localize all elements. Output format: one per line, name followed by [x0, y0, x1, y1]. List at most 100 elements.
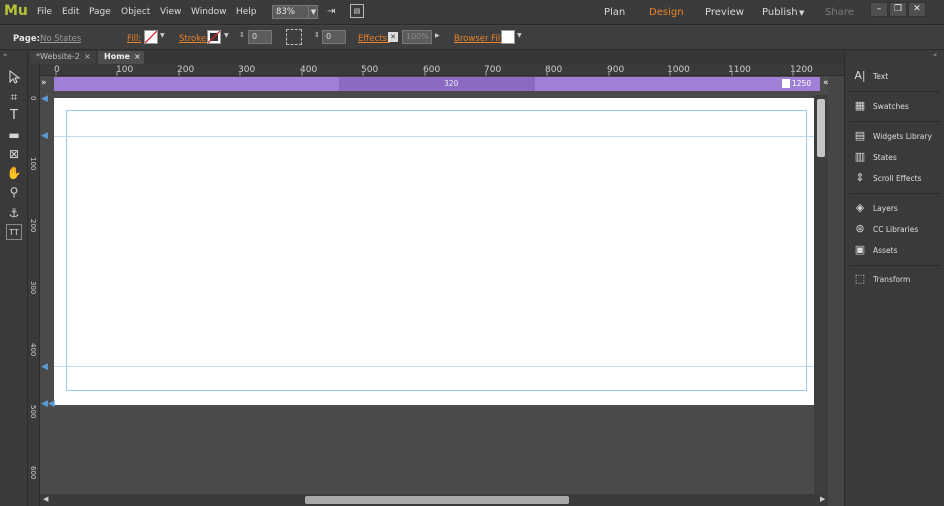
breakpoint-end-value: 1250 — [792, 79, 812, 88]
tools-panel: » ⌗ T ▬ ⊠ ✋ ⚲ ⚓ TT — [0, 50, 28, 506]
menu-bar: Mu File Edit Page Object View Window Hel… — [0, 0, 944, 25]
mode-design[interactable]: Design — [649, 7, 684, 18]
hand-tool-icon[interactable]: ✋ — [6, 165, 22, 181]
page-canvas[interactable] — [54, 98, 820, 405]
mode-publish[interactable]: Publish — [762, 7, 798, 18]
breakpoint-right-arrow-icon[interactable]: « — [823, 78, 829, 88]
ruler-tick-label: 300 — [29, 281, 37, 295]
top-guide-handle-icon[interactable]: ◀ — [41, 94, 48, 104]
ruler-tick-label: 100 — [29, 157, 37, 171]
vertical-scroll-thumb[interactable] — [817, 99, 825, 157]
menu-help[interactable]: Help — [236, 7, 257, 17]
breakpoint-bar[interactable]: 320 1250 — [54, 77, 820, 91]
selection-tool-icon[interactable] — [6, 69, 22, 86]
horizontal-scrollbar[interactable]: ◀ ▶ — [40, 494, 828, 506]
page-bottom-handle-icon[interactable]: ◀◀ — [41, 399, 55, 409]
text-frame-tool-icon[interactable]: TT — [6, 224, 22, 240]
tab-home[interactable]: Home × — [98, 51, 144, 64]
corner-radius-stepper-icon[interactable]: ⇕ — [314, 31, 320, 39]
image-frame-tool-icon[interactable]: ⊠ — [6, 146, 22, 162]
menu-object[interactable]: Object — [121, 7, 150, 17]
anchor-tool-icon[interactable]: ⚓ — [6, 205, 22, 221]
panel-divider — [849, 91, 941, 92]
stroke-width-stepper-icon[interactable]: ⇕ — [239, 31, 245, 39]
effects-icon[interactable]: ✕ — [388, 32, 398, 42]
mode-share: Share — [825, 7, 854, 18]
footer-guide-handle-icon[interactable]: ◀ — [41, 362, 48, 372]
minimize-button[interactable]: – — [870, 2, 888, 17]
stroke-dropdown-icon[interactable]: ▼ — [224, 32, 229, 39]
app-logo: Mu — [4, 3, 28, 19]
panel-label: Swatches — [873, 102, 909, 111]
assets-icon: ▣ — [854, 243, 866, 256]
opacity-field[interactable]: 100% — [402, 30, 432, 44]
vertical-ruler[interactable]: 0 100 200 300 400 500 600 — [28, 64, 40, 506]
fill-dropdown-icon[interactable]: ▼ — [160, 32, 165, 39]
panel-divider — [849, 265, 941, 266]
ruler-tick-label: 200 — [29, 219, 37, 233]
panel-divider — [849, 121, 941, 122]
horizontal-scroll-thumb[interactable] — [305, 496, 569, 504]
horizontal-ruler[interactable]: 0 100 200 300 400 500 600 700 800 900 10… — [40, 64, 844, 76]
menu-page[interactable]: Page — [89, 7, 111, 17]
header-guide[interactable] — [54, 136, 820, 137]
effects-label[interactable]: Effects: — [358, 34, 390, 44]
tab-label: Home — [104, 52, 130, 61]
stroke-width-field[interactable]: 0 — [248, 30, 272, 44]
menu-edit[interactable]: Edit — [62, 7, 79, 17]
breakpoint-range[interactable] — [339, 77, 535, 91]
no-fill-icon — [144, 30, 158, 44]
rectangle-tool-icon[interactable]: ▬ — [6, 127, 22, 143]
close-icon[interactable]: × — [134, 51, 141, 63]
breakpoint-marker-icon[interactable] — [782, 79, 790, 88]
corner-radius-field[interactable]: 0 — [322, 30, 346, 44]
ruler-tick-label: 500 — [29, 405, 37, 419]
browser-fill-dropdown-icon[interactable]: ▼ — [517, 32, 522, 39]
menu-file[interactable]: File — [37, 7, 52, 17]
design-canvas[interactable]: » 320 1250 « ◀ ◀ ◀ ◀◀ — [40, 76, 829, 494]
restore-button[interactable]: ❐ — [889, 2, 907, 17]
header-guide-handle-icon[interactable]: ◀ — [41, 131, 48, 141]
fill-swatch[interactable] — [144, 30, 158, 44]
browser-fill-swatch[interactable] — [501, 30, 515, 44]
fit-page-icon[interactable]: ⇥ — [327, 6, 335, 17]
publish-chevron-down-icon[interactable]: ▼ — [799, 9, 804, 17]
right-panel-dock: « A| Text ▦ Swatches ▤ Widgets Library ▥… — [844, 50, 944, 506]
cc-libraries-icon: ⊛ — [855, 222, 865, 235]
widgets-icon: ▤ — [854, 129, 866, 142]
tab-website-2[interactable]: *Website-2 × — [30, 51, 96, 64]
panel-label: Layers — [873, 204, 898, 213]
scroll-right-icon[interactable]: ▶ — [820, 495, 825, 503]
panel-label: Transform — [873, 275, 911, 284]
ruler-tick-label: 0 — [29, 96, 37, 101]
mode-preview[interactable]: Preview — [705, 7, 744, 18]
page-states-link[interactable]: No States — [40, 34, 81, 44]
menu-window[interactable]: Window — [191, 7, 227, 17]
collapse-panels-icon[interactable]: « — [933, 51, 937, 59]
panel-label: Scroll Effects — [873, 174, 922, 183]
footer-guide[interactable] — [54, 366, 820, 367]
zoom-dropdown-icon[interactable]: ▼ — [308, 5, 318, 19]
text-icon: A| — [854, 69, 866, 82]
text-tool-icon[interactable]: T — [6, 108, 22, 124]
vertical-scrollbar[interactable] — [814, 95, 828, 495]
browser-fill-label[interactable]: Browser Fill: — [454, 34, 505, 44]
stroke-label[interactable]: Stroke: — [179, 34, 209, 44]
ruler-tick-label: 600 — [29, 466, 37, 480]
zoom-tool-icon[interactable]: ⚲ — [6, 184, 22, 200]
ruler-tick-label: 400 — [29, 343, 37, 357]
display-options-icon[interactable]: ▤ — [350, 4, 364, 18]
fill-label[interactable]: Fill: — [127, 34, 141, 44]
stroke-swatch[interactable] — [207, 30, 221, 44]
breakpoint-left-arrow-icon[interactable]: » — [41, 78, 47, 88]
menu-view[interactable]: View — [160, 7, 181, 17]
close-icon[interactable]: × — [84, 51, 91, 63]
close-button[interactable]: ✕ — [908, 2, 926, 17]
no-stroke-icon — [207, 30, 221, 44]
collapse-tools-icon[interactable]: » — [3, 51, 7, 59]
opacity-arrow-icon[interactable]: ▶ — [435, 32, 440, 39]
mode-plan[interactable]: Plan — [604, 7, 625, 18]
panel-divider — [849, 193, 941, 194]
scroll-left-icon[interactable]: ◀ — [43, 495, 48, 503]
crop-tool-icon[interactable]: ⌗ — [6, 89, 22, 105]
